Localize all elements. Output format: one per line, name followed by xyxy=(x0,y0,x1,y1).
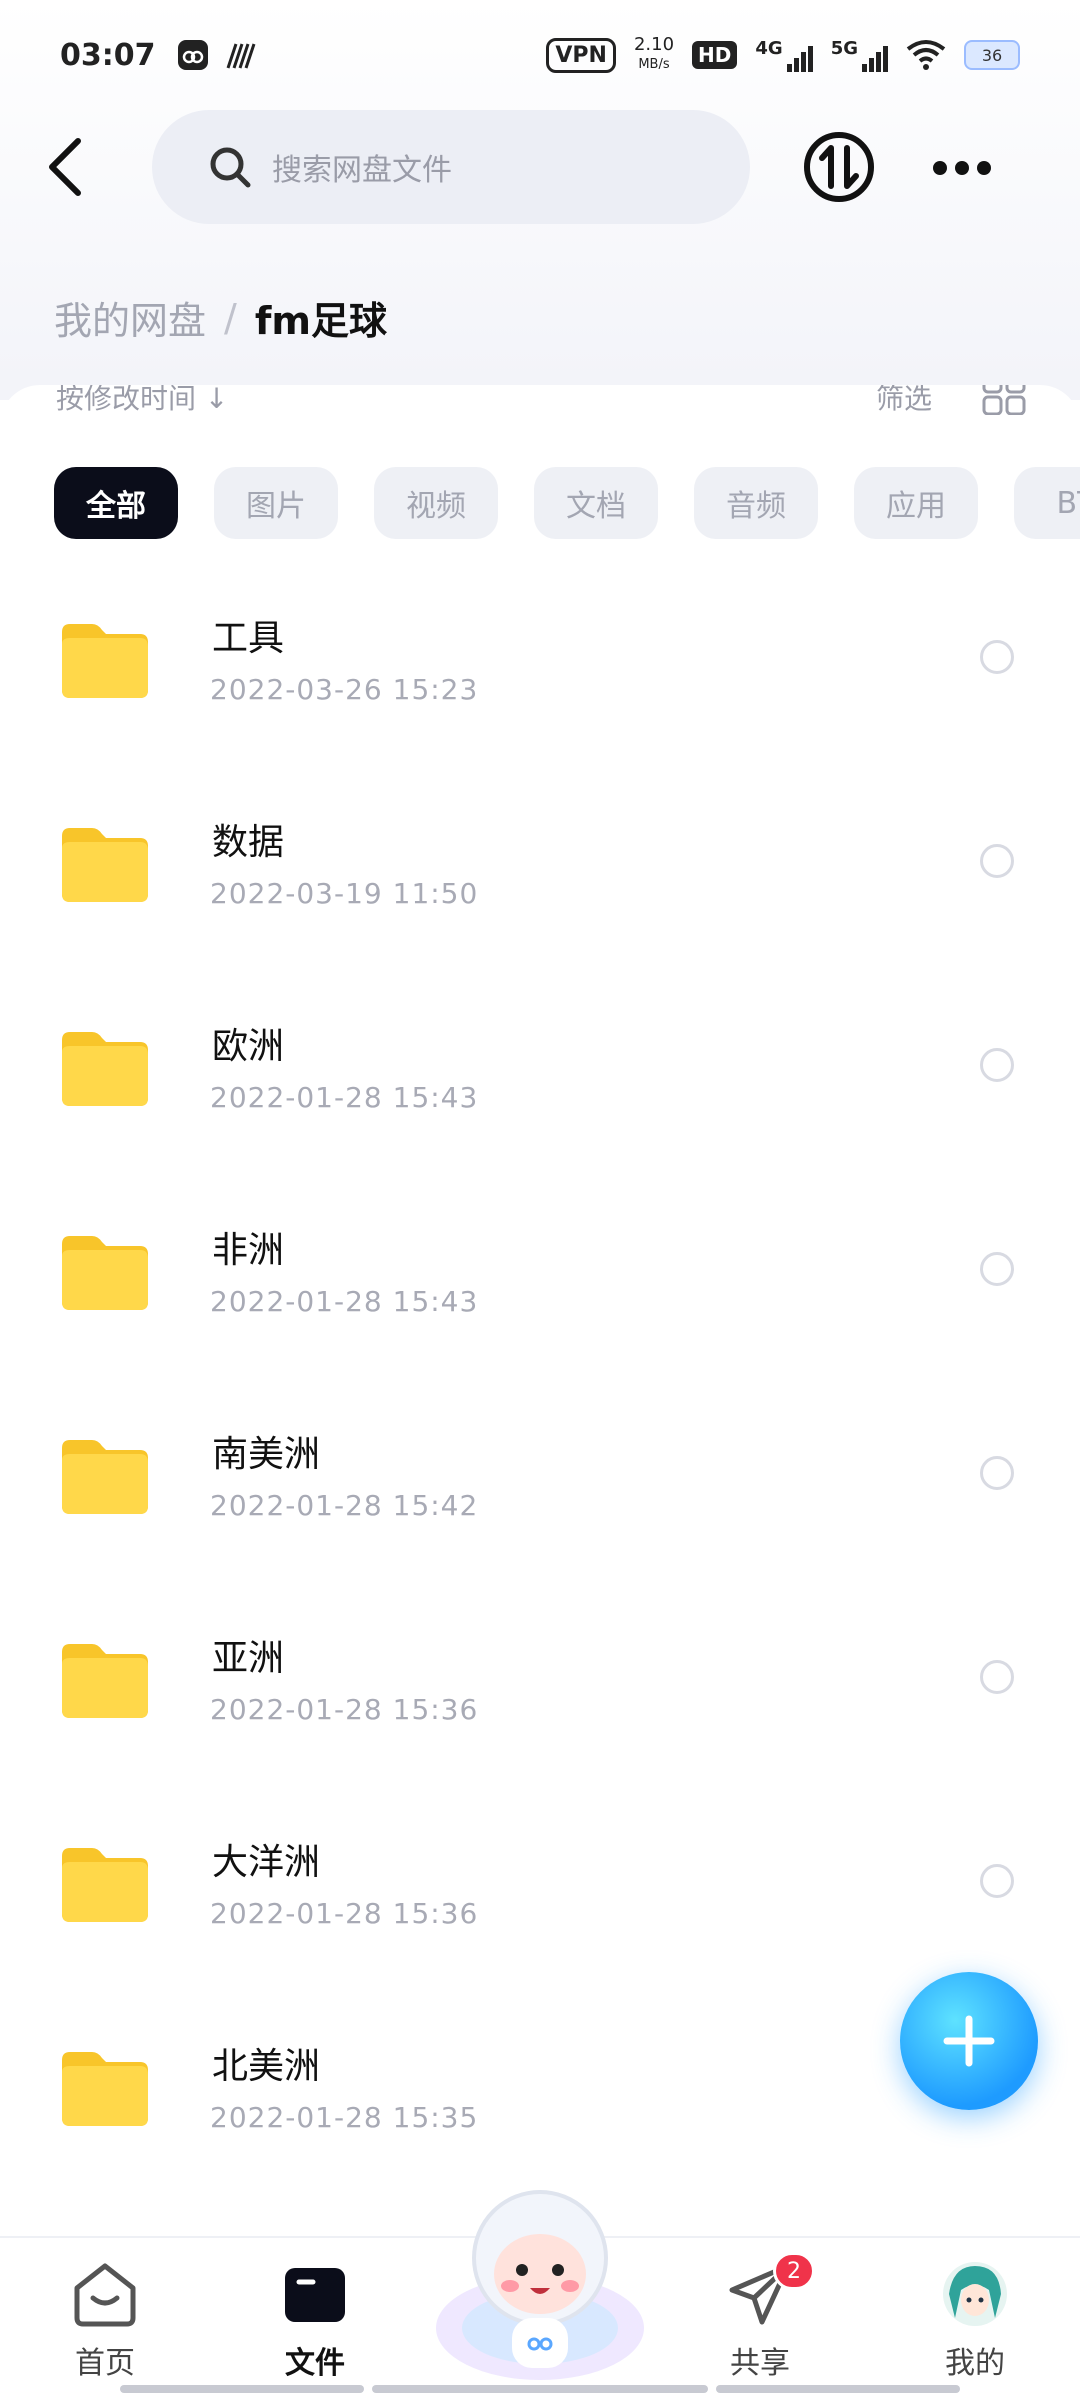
file-date: 2022-01-28 15:36 xyxy=(210,1897,479,1930)
file-content-card: 按修改时间 ↓ 筛选 全部 图片 视频 文档 音频 应用 BT 工具 2022-… xyxy=(0,385,1080,2235)
select-radio[interactable] xyxy=(980,1048,1014,1082)
filter-chip-bar: 全部 图片 视频 文档 音频 应用 BT xyxy=(54,467,1080,539)
app-screen: 03:07 VPN 2.10 MB/s HD 4G 5G 36 搜索网盘文件 我… xyxy=(0,0,1080,2400)
speed-unit: MB/s xyxy=(638,57,670,72)
folder-icon xyxy=(62,1848,148,1922)
list-item[interactable]: 非洲 2022-01-28 15:43 xyxy=(0,1197,1080,1401)
mascot-avatar[interactable] xyxy=(430,2178,650,2388)
file-name: 欧洲 xyxy=(212,1026,285,1067)
signal-4g-icon: 4G xyxy=(755,38,813,72)
nav-share-label: 共享 xyxy=(730,2346,790,2381)
battery-icon: 36 xyxy=(964,40,1020,70)
hd-badge: HD xyxy=(692,41,738,69)
file-name: 数据 xyxy=(212,822,285,863)
file-list: 工具 2022-03-26 15:23 数据 2022-03-19 11:50 … xyxy=(0,585,1080,2217)
sort-button[interactable]: 按修改时间 ↓ xyxy=(56,385,228,415)
app-notification-icon xyxy=(226,43,255,69)
select-radio[interactable] xyxy=(980,1660,1014,1694)
gesture-bar xyxy=(372,2385,708,2393)
chip-bt[interactable]: BT xyxy=(1014,467,1080,539)
status-bar: 03:07 VPN 2.10 MB/s HD 4G 5G 36 xyxy=(0,0,1080,110)
list-item[interactable]: 数据 2022-03-19 11:50 xyxy=(0,789,1080,993)
battery-level: 36 xyxy=(981,45,1003,65)
gesture-bar xyxy=(716,2385,960,2393)
grid-layout-icon[interactable] xyxy=(982,385,1026,415)
chip-videos[interactable]: 视频 xyxy=(374,467,498,539)
file-name: 南美洲 xyxy=(212,1434,321,1475)
status-right-group: VPN 2.10 MB/s HD 4G 5G 36 xyxy=(546,35,1020,75)
nav-share[interactable]: 2 共享 xyxy=(705,2252,815,2382)
home-icon xyxy=(74,2263,136,2327)
share-badge: 2 xyxy=(773,2252,815,2290)
select-radio[interactable] xyxy=(980,1456,1014,1490)
select-radio[interactable] xyxy=(980,1864,1014,1898)
file-date: 2022-01-28 15:35 xyxy=(210,2101,479,2134)
chip-images[interactable]: 图片 xyxy=(214,467,338,539)
chip-documents[interactable]: 文档 xyxy=(534,467,658,539)
breadcrumb-separator: / xyxy=(224,295,237,340)
folder-icon xyxy=(62,624,148,698)
list-item[interactable]: 大洋洲 2022-01-28 15:36 xyxy=(0,1809,1080,2013)
folder-icon xyxy=(62,828,148,902)
select-radio[interactable] xyxy=(980,844,1014,878)
plus-icon xyxy=(943,2015,995,2067)
file-name: 亚洲 xyxy=(212,1638,285,1679)
back-button[interactable] xyxy=(38,135,98,200)
file-name: 北美洲 xyxy=(212,2046,321,2087)
file-date: 2022-01-28 15:42 xyxy=(210,1489,479,1522)
file-date: 2022-01-28 15:43 xyxy=(210,1081,479,1114)
more-button[interactable] xyxy=(932,158,992,178)
file-name: 工具 xyxy=(212,618,285,659)
file-name: 大洋洲 xyxy=(212,1842,321,1883)
folder-icon xyxy=(62,2052,148,2126)
file-date: 2022-01-28 15:43 xyxy=(210,1285,479,1318)
nav-mine[interactable]: 我的 xyxy=(920,2260,1030,2382)
folder-icon xyxy=(62,1440,148,1514)
vpn-badge: VPN xyxy=(546,37,616,73)
folder-filled-icon xyxy=(285,2268,345,2322)
gesture-bar xyxy=(120,2385,364,2393)
chip-all[interactable]: 全部 xyxy=(54,467,178,539)
filter-button[interactable]: 筛选 xyxy=(876,385,932,415)
app-notification-icon xyxy=(177,40,208,70)
search-header: 搜索网盘文件 xyxy=(0,110,1080,225)
add-button[interactable] xyxy=(900,1972,1038,2110)
list-item[interactable]: 欧洲 2022-01-28 15:43 xyxy=(0,993,1080,1197)
nav-mine-label: 我的 xyxy=(945,2346,1005,2381)
chip-audio[interactable]: 音频 xyxy=(694,467,818,539)
wifi-icon xyxy=(906,40,946,70)
file-date: 2022-01-28 15:36 xyxy=(210,1693,479,1726)
folder-icon xyxy=(62,1236,148,1310)
search-placeholder: 搜索网盘文件 xyxy=(272,153,452,188)
list-item[interactable]: 南美洲 2022-01-28 15:42 xyxy=(0,1401,1080,1605)
bottom-nav: 首页 文件 2 共享 我的 xyxy=(0,2190,1080,2400)
list-item[interactable]: 亚洲 2022-01-28 15:36 xyxy=(0,1605,1080,1809)
folder-icon xyxy=(62,1644,148,1718)
sort-filter-row: 按修改时间 ↓ 筛选 xyxy=(56,385,1026,415)
status-time: 03:07 xyxy=(60,37,156,73)
chip-apps[interactable]: 应用 xyxy=(854,467,978,539)
search-input[interactable]: 搜索网盘文件 xyxy=(152,110,750,224)
file-name: 非洲 xyxy=(212,1230,285,1271)
select-radio[interactable] xyxy=(980,640,1014,674)
file-date: 2022-03-19 11:50 xyxy=(210,877,479,910)
list-item[interactable]: 工具 2022-03-26 15:23 xyxy=(0,585,1080,789)
nav-home[interactable]: 首页 xyxy=(50,2260,160,2382)
transfer-button[interactable] xyxy=(802,130,876,204)
select-radio[interactable] xyxy=(980,1252,1014,1286)
search-icon xyxy=(210,147,251,188)
nav-files[interactable]: 文件 xyxy=(260,2260,370,2382)
breadcrumb: 我的网盘 / fm足球 xyxy=(54,290,387,345)
folder-icon xyxy=(62,1032,148,1106)
breadcrumb-root[interactable]: 我的网盘 xyxy=(54,290,206,345)
nav-home-label: 首页 xyxy=(75,2346,135,2381)
avatar xyxy=(943,2262,1007,2326)
file-date: 2022-03-26 15:23 xyxy=(210,673,479,706)
breadcrumb-current: fm足球 xyxy=(254,299,387,343)
speed-value: 2.10 xyxy=(633,34,675,55)
network-speed: 2.10 MB/s xyxy=(634,35,674,75)
signal-5g-icon: 5G xyxy=(831,38,888,72)
nav-files-label: 文件 xyxy=(285,2346,345,2381)
